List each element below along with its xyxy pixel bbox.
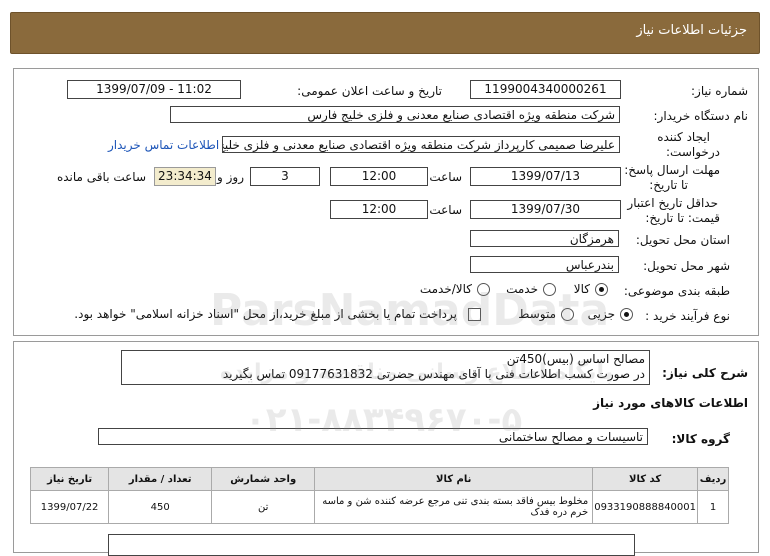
col-need-date: تاریخ نیاز: [29, 467, 110, 491]
send-deadline-label-2: تا تاریخ:: [649, 178, 688, 192]
bottom-box: [108, 534, 635, 556]
col-item-code: کد کالا: [592, 467, 698, 491]
watermark-phone: ۰۲۱-۸۸۳۴۹۶۷۰-۵: [245, 400, 523, 440]
validity-time-label: ساعت: [429, 203, 462, 217]
process-label: نوع فرآیند خرید :: [645, 309, 730, 323]
send-date-field[interactable]: 1399/07/13: [470, 167, 621, 186]
remaining-time-field: 23:34:34: [154, 167, 216, 186]
cell-row-no: 1: [697, 490, 729, 524]
cell-item-name: مخلوط بیس فاقد بسته بندی تنی مرجع عرضه ک…: [314, 490, 594, 524]
goods-table: ردیف کد کالا نام کالا واحد شمارش تعداد /…: [29, 467, 729, 524]
goods-table-header: ردیف کد کالا نام کالا واحد شمارش تعداد /…: [29, 467, 729, 491]
send-time-label: ساعت: [429, 170, 462, 184]
province-label: استان محل تحویل:: [635, 233, 730, 247]
validity-time-field[interactable]: 12:00: [330, 200, 428, 219]
col-row-no: ردیف: [697, 467, 729, 491]
validity-date-field[interactable]: 1399/07/30: [470, 200, 621, 219]
creator-label-2: درخواست:: [666, 145, 720, 159]
announce-label: تاریخ و ساعت اعلان عمومی:: [297, 84, 442, 98]
days-label: روز و: [217, 170, 244, 184]
watermark-line: پایگاه اطلاع رسانی مناقصه و مزایده: [220, 360, 613, 385]
col-item-name: نام کالا: [314, 467, 594, 491]
process-radio-minor[interactable]: [620, 308, 633, 321]
category-label: طبقه بندی موضوعی:: [623, 284, 730, 298]
buyer-field[interactable]: شرکت منطقه ویژه اقتصادی صنایع معدنی و فل…: [170, 106, 620, 123]
goods-group-label: گروه کالا:: [671, 432, 730, 446]
city-field[interactable]: بندرعباس: [470, 256, 619, 273]
city-label: شهر محل تحویل:: [643, 259, 730, 273]
buyer-contact-link[interactable]: اطلاعات تماس خریدار: [108, 138, 219, 152]
col-unit: واحد شمارش: [211, 467, 316, 491]
validity-label-1: حداقل تاریخ اعتبار: [627, 196, 718, 210]
days-field[interactable]: 3: [250, 167, 320, 186]
creator-field[interactable]: علیرضا صمیمی کارپرداز شرکت منطقه ویژه اق…: [222, 136, 620, 153]
cell-need-date: 1399/07/22: [29, 490, 110, 524]
col-quantity: تعداد / مقدار: [108, 467, 213, 491]
need-number-label: شماره نیاز:: [691, 84, 748, 98]
page-title: جزئیات اطلاعات نیاز: [636, 23, 747, 38]
watermark-brand: ParsNamadData: [210, 285, 610, 336]
cell-unit: تن: [211, 490, 316, 524]
cell-item-code: 0933190888840001: [592, 490, 698, 524]
cell-quantity: 450: [108, 490, 213, 524]
announce-field[interactable]: 1399/07/09 - 11:02: [67, 80, 241, 99]
validity-label-2: قیمت: تا تاریخ:: [645, 211, 720, 225]
province-field[interactable]: هرمزگان: [470, 230, 619, 247]
description-label: شرح کلی نیاز:: [662, 366, 748, 380]
creator-label-1: ایجاد کننده: [657, 130, 710, 144]
buyer-label: نام دستگاه خریدار:: [653, 109, 749, 123]
page-header: جزئیات اطلاعات نیاز: [10, 12, 760, 54]
remaining-time-label: ساعت باقی مانده: [56, 170, 146, 184]
goods-section-title: اطلاعات کالاهای مورد نیاز: [593, 396, 748, 410]
table-row[interactable]: 1 0933190888840001 مخلوط بیس فاقد بسته ب…: [29, 490, 729, 524]
send-deadline-label-1: مهلت ارسال پاسخ:: [624, 163, 720, 177]
send-time-field[interactable]: 12:00: [330, 167, 428, 186]
need-number-field[interactable]: 1199004340000261: [470, 80, 621, 99]
